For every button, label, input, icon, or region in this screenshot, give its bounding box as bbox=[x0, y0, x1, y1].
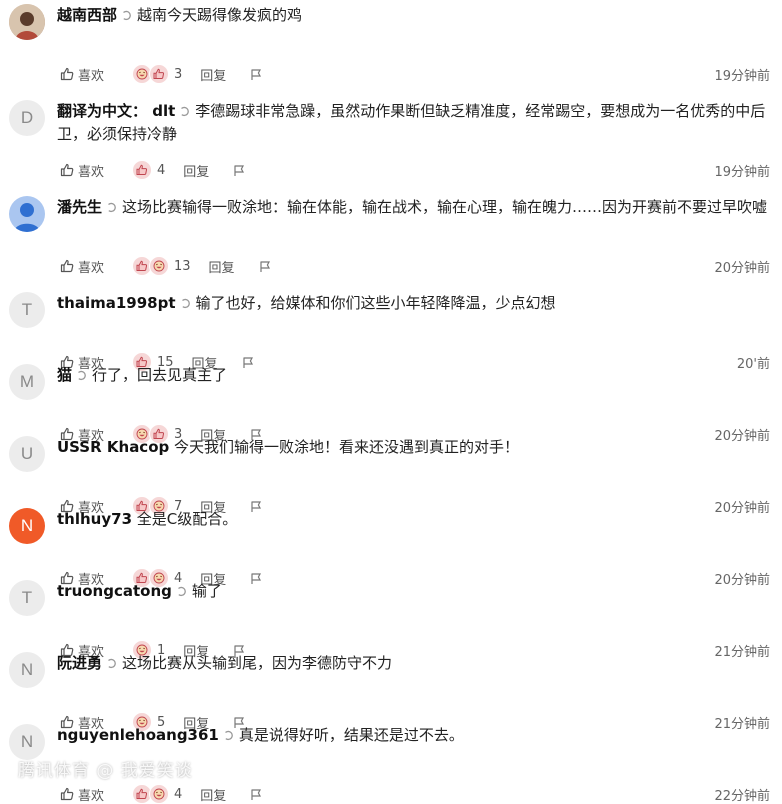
comment-content: 全是C级配合。 bbox=[136, 510, 238, 528]
comment-text-block: thaima1998pt 输了也好，给媒体和你们这些小年轻降降温，少点幻想 bbox=[57, 292, 770, 315]
reactions[interactable]: 3 bbox=[132, 64, 182, 84]
thumb-up-icon bbox=[60, 163, 74, 177]
thumb-up-icon bbox=[60, 259, 74, 273]
user-avatar[interactable] bbox=[9, 4, 45, 40]
comment-time: 22分钟前 bbox=[714, 788, 770, 804]
thumb-reaction-icon bbox=[149, 64, 169, 84]
comment-username[interactable]: thaima1998pt bbox=[57, 294, 176, 312]
user-avatar[interactable]: U bbox=[9, 436, 45, 472]
comment-username[interactable]: USSR Khacop bbox=[57, 438, 169, 456]
comment-text-block: USSR Khacop 今天我们输得一败涂地！看来还没遇到真正的对手！ bbox=[57, 436, 770, 459]
quote-icon bbox=[108, 658, 116, 669]
comment-username[interactable]: truongcatong bbox=[57, 582, 172, 600]
comment-time: 19分钟前 bbox=[714, 164, 770, 180]
user-avatar[interactable] bbox=[9, 196, 45, 232]
comment-content: 输了也好，给媒体和你们这些小年轻降降温，少点幻想 bbox=[195, 294, 556, 312]
watermark: 腾讯体育 @ 我爱笑谈 bbox=[18, 761, 193, 781]
comment-content: 这场比赛输得一败涂地：输在体能，输在战术，输在心理，输在魄力……因为开赛前不要过… bbox=[122, 198, 768, 216]
reactions[interactable]: 4 bbox=[132, 160, 165, 180]
user-avatar[interactable]: N bbox=[9, 508, 45, 544]
comment-actions: 喜欢 3 回复 19分钟前 bbox=[60, 64, 770, 84]
reaction-count: 4 bbox=[174, 786, 183, 802]
reactions[interactable]: 4 bbox=[132, 784, 182, 804]
reaction-count: 3 bbox=[174, 66, 183, 82]
comment-username[interactable]: thlhuy73 bbox=[57, 510, 132, 528]
comment-username[interactable]: nguyenlehoang361 bbox=[57, 726, 219, 744]
reaction-count: 13 bbox=[174, 258, 191, 274]
comment-content: 今天我们输得一败涂地！看来还没遇到真正的对手！ bbox=[174, 438, 520, 456]
user-avatar[interactable]: N bbox=[9, 652, 45, 688]
comment-content: 真是说得好听，结果还是过不去。 bbox=[238, 726, 464, 744]
comment-actions: 喜欢 13 回复 20分钟前 bbox=[60, 256, 770, 276]
comment-text-block: nguyenlehoang361 真是说得好听，结果还是过不去。 bbox=[57, 724, 770, 747]
reply-button[interactable]: 回复 bbox=[209, 257, 235, 276]
comment-content: 这场比赛从头输到尾，因为李德防守不力 bbox=[122, 654, 393, 672]
laugh-reaction-icon bbox=[149, 256, 169, 276]
quote-icon bbox=[181, 298, 190, 309]
user-avatar[interactable]: M bbox=[9, 364, 45, 400]
like-button[interactable]: 喜欢 bbox=[60, 65, 120, 84]
like-button[interactable]: 喜欢 bbox=[60, 785, 120, 804]
reactions[interactable]: 13 bbox=[132, 256, 191, 276]
comment-time: 19分钟前 bbox=[714, 68, 770, 84]
comment-content: 输了 bbox=[191, 582, 222, 600]
comment-text-block: 阮进勇 这场比赛从头输到尾，因为李德防守不力 bbox=[57, 652, 770, 675]
comment-time: 20分钟前 bbox=[714, 260, 770, 276]
comment-content: 行了，回去见真主了 bbox=[92, 366, 228, 384]
comment-username[interactable]: 翻译为中文： dlt bbox=[57, 102, 175, 120]
laugh-reaction-icon bbox=[149, 784, 169, 804]
report-flag-icon[interactable] bbox=[259, 260, 271, 273]
quote-icon bbox=[108, 202, 116, 213]
comment-text-block: 潘先生 这场比赛输得一败涂地：输在体能，输在战术，输在心理，输在魄力……因为开赛前… bbox=[57, 196, 770, 219]
like-label: 喜欢 bbox=[78, 260, 105, 276]
user-avatar[interactable]: N bbox=[9, 724, 45, 760]
like-button[interactable]: 喜欢 bbox=[60, 161, 120, 180]
comment-actions: 喜欢 4 回复 22分钟前 bbox=[60, 784, 770, 804]
thumb-reaction-icon bbox=[132, 160, 152, 180]
report-flag-icon[interactable] bbox=[250, 68, 262, 81]
quote-icon bbox=[181, 106, 190, 117]
quote-icon bbox=[177, 586, 186, 597]
comment-text-block: 越南西部 越南今天踢得像发疯的鸡 bbox=[57, 4, 770, 27]
thumb-up-icon bbox=[60, 67, 74, 81]
comment-text-block: 翻译为中文： dlt 李德踢球非常急躁，虽然动作果断但缺乏精准度，经常踢空，要想成… bbox=[57, 100, 770, 146]
comment-text-block: 猫 行了，回去见真主了 bbox=[57, 364, 770, 387]
comment-actions: 喜欢 4 回复 19分钟前 bbox=[60, 160, 770, 180]
quote-icon bbox=[224, 730, 233, 741]
user-avatar[interactable]: T bbox=[9, 580, 45, 616]
user-avatar[interactable]: D bbox=[9, 100, 45, 136]
comment-username[interactable]: 阮进勇 bbox=[57, 654, 102, 672]
like-label: 喜欢 bbox=[78, 68, 105, 84]
comment-username[interactable]: 潘先生 bbox=[57, 198, 102, 216]
user-avatar[interactable]: T bbox=[9, 292, 45, 328]
default-person-icon bbox=[14, 203, 40, 232]
comment-username[interactable]: 猫 bbox=[57, 366, 72, 384]
reply-button[interactable]: 回复 bbox=[183, 161, 209, 180]
reaction-count: 4 bbox=[157, 162, 166, 178]
comment-text-block: thlhuy73 全是C级配合。 bbox=[57, 508, 770, 531]
reply-button[interactable]: 回复 bbox=[200, 65, 226, 84]
report-flag-icon[interactable] bbox=[233, 164, 245, 177]
like-label: 喜欢 bbox=[78, 788, 105, 804]
user-photo bbox=[9, 4, 45, 40]
comment-text-block: truongcatong 输了 bbox=[57, 580, 770, 603]
comment-username[interactable]: 越南西部 bbox=[57, 6, 117, 24]
quote-icon bbox=[123, 10, 131, 21]
thumb-up-icon bbox=[60, 787, 74, 801]
comment-content: 越南今天踢得像发疯的鸡 bbox=[137, 6, 303, 24]
quote-icon bbox=[78, 370, 86, 381]
like-label: 喜欢 bbox=[78, 164, 105, 180]
report-flag-icon[interactable] bbox=[250, 788, 262, 801]
like-button[interactable]: 喜欢 bbox=[60, 257, 120, 276]
reply-button[interactable]: 回复 bbox=[200, 785, 226, 804]
